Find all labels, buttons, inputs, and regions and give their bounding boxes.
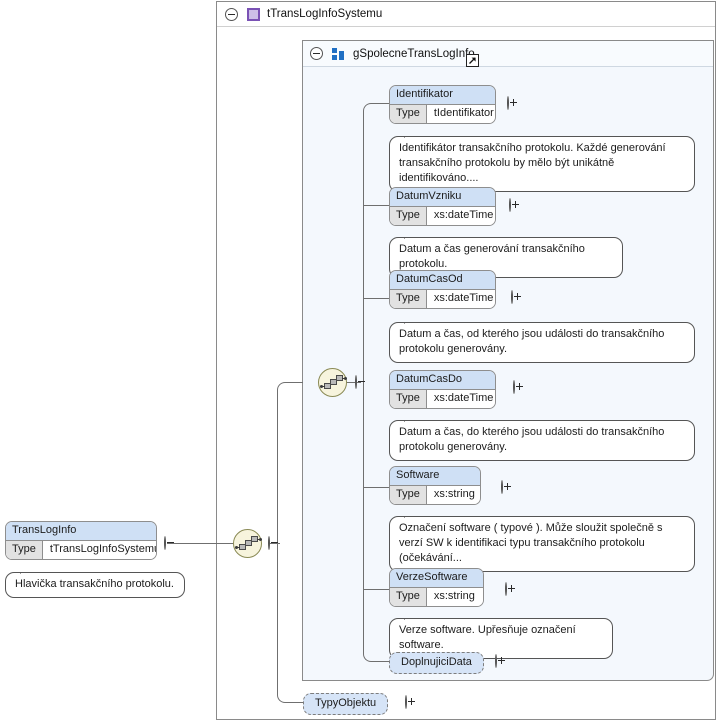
element-name: TransLogInfo (6, 522, 156, 541)
element-type-key: Type (390, 207, 427, 225)
annotation-identifikator: Identifikátor transakčního protokolu. Ka… (389, 136, 695, 192)
element-expander-identifikator[interactable] (507, 96, 509, 110)
complex-type-icon (247, 7, 260, 21)
model-group-icon (332, 47, 346, 60)
element-type-key: Type (390, 390, 427, 408)
annotation-software: Označení software ( typové ). Může slouž… (389, 516, 695, 572)
element-box-verzesoftware[interactable]: VerzeSoftware Type xs:string (389, 568, 484, 607)
annotation-tail (404, 232, 418, 239)
element-type-value: xs:dateTime (433, 292, 494, 304)
annotation-transloginfo: Hlavička transakčního protokolu. (5, 572, 185, 598)
annotation-text: Identifikátor transakčního protokolu. Ka… (399, 142, 666, 184)
annotation-text: Hlavička transakčního protokolu. (15, 578, 174, 590)
element-expander-typyobjektu[interactable] (405, 695, 407, 709)
connector-branch-datumcasod (363, 298, 389, 299)
element-box-transloginfo[interactable]: TransLogInfo Type tTransLogInfoSystemu (5, 521, 157, 560)
annotation-text: Označení software ( typové ). Může slouž… (399, 522, 663, 564)
element-name: Identifikator (390, 86, 495, 105)
element-box-datumcasdo[interactable]: DatumCasDo Type xs:dateTime (389, 370, 496, 409)
element-ref-typyobjektu[interactable]: TypyObjektu (303, 693, 389, 715)
element-type-key: Type (6, 541, 43, 559)
external-link-icon[interactable] (466, 54, 479, 67)
complex-type-header: tTransLogInfoSystemu (217, 2, 715, 27)
element-name: Software (390, 467, 480, 486)
annotation-text: Datum a čas, od kterého jsou události do… (399, 328, 665, 355)
element-type-value: xs:dateTime (433, 392, 494, 404)
model-group-header: gSpolecneTransLogInfo (303, 41, 713, 67)
connector-branch-doplnujicidata (363, 382, 389, 662)
element-name: DatumVzniku (390, 188, 495, 207)
element-type-value: xs:dateTime (433, 209, 494, 221)
group-sequence-expander[interactable] (355, 375, 357, 389)
element-type-key: Type (390, 486, 427, 504)
annotation-tail (404, 317, 418, 324)
group-sequence-icon[interactable] (318, 368, 347, 397)
annotation-tail (20, 567, 34, 574)
element-name: DatumCasDo (390, 371, 495, 390)
complex-type-title: tTransLogInfoSystemu (267, 8, 383, 20)
element-box-identifikator[interactable]: Identifikator Type tIdentifikator (389, 85, 496, 124)
connector-branch-verzesoftware (363, 589, 389, 590)
element-expander-transloginfo[interactable] (164, 536, 166, 550)
annotation-tail (404, 613, 418, 620)
element-box-datumcasod[interactable]: DatumCasOd Type xs:dateTime (389, 270, 496, 309)
element-type-key: Type (390, 588, 427, 606)
connector-branch-software (363, 487, 389, 488)
model-group-expander[interactable] (310, 47, 323, 60)
element-box-software[interactable]: Software Type xs:string (389, 466, 481, 505)
element-type-key: Type (390, 105, 427, 123)
element-box-datumvzniku[interactable]: DatumVzniku Type xs:dateTime (389, 187, 496, 226)
element-ref-doplnujicidata[interactable]: DoplnujiciData (389, 652, 484, 674)
annotation-text: Verze software. Upřesňuje označení softw… (399, 624, 576, 651)
outer-sequence-icon[interactable] (233, 529, 262, 558)
element-expander-datumcasod[interactable] (511, 290, 513, 304)
model-group-title: gSpolecneTransLogInfo (353, 47, 475, 60)
complex-type-expander[interactable] (225, 7, 238, 21)
annotation-text: Datum a čas generování transakčního prot… (399, 243, 585, 270)
element-expander-software[interactable] (501, 480, 503, 494)
element-name: VerzeSoftware (390, 569, 483, 588)
element-expander-verzesoftware[interactable] (505, 582, 507, 596)
connector-outer-up (277, 382, 303, 544)
element-expander-doplnujicidata[interactable] (495, 654, 497, 668)
element-expander-datumcasdo[interactable] (513, 380, 515, 394)
annotation-tail (404, 415, 418, 422)
connector-root-to-sequence (167, 543, 233, 544)
annotation-tail (404, 131, 418, 138)
annotation-tail (404, 511, 418, 518)
annotation-datumcasod: Datum a čas, od kterého jsou události do… (389, 322, 695, 363)
element-type-value: xs:string (433, 590, 475, 602)
connector-branch-identifikator (363, 103, 389, 383)
connector-branch-datumvzniku (363, 205, 389, 206)
annotation-datumcasdo: Datum a čas, do kterého jsou události do… (389, 420, 695, 461)
annotation-text: Datum a čas, do kterého jsou události do… (399, 426, 665, 453)
outer-sequence-expander[interactable] (268, 536, 270, 550)
element-type-value: xs:string (433, 488, 475, 500)
element-type-key: Type (390, 290, 427, 308)
connector-group-stub (347, 382, 361, 383)
element-name: DatumCasOd (390, 271, 495, 290)
element-expander-datumvzniku[interactable] (509, 198, 511, 212)
element-type-value: tTransLogInfoSystemu (49, 543, 157, 555)
connector-outer-down (277, 543, 303, 703)
element-type-value: tIdentifikator (433, 107, 494, 119)
